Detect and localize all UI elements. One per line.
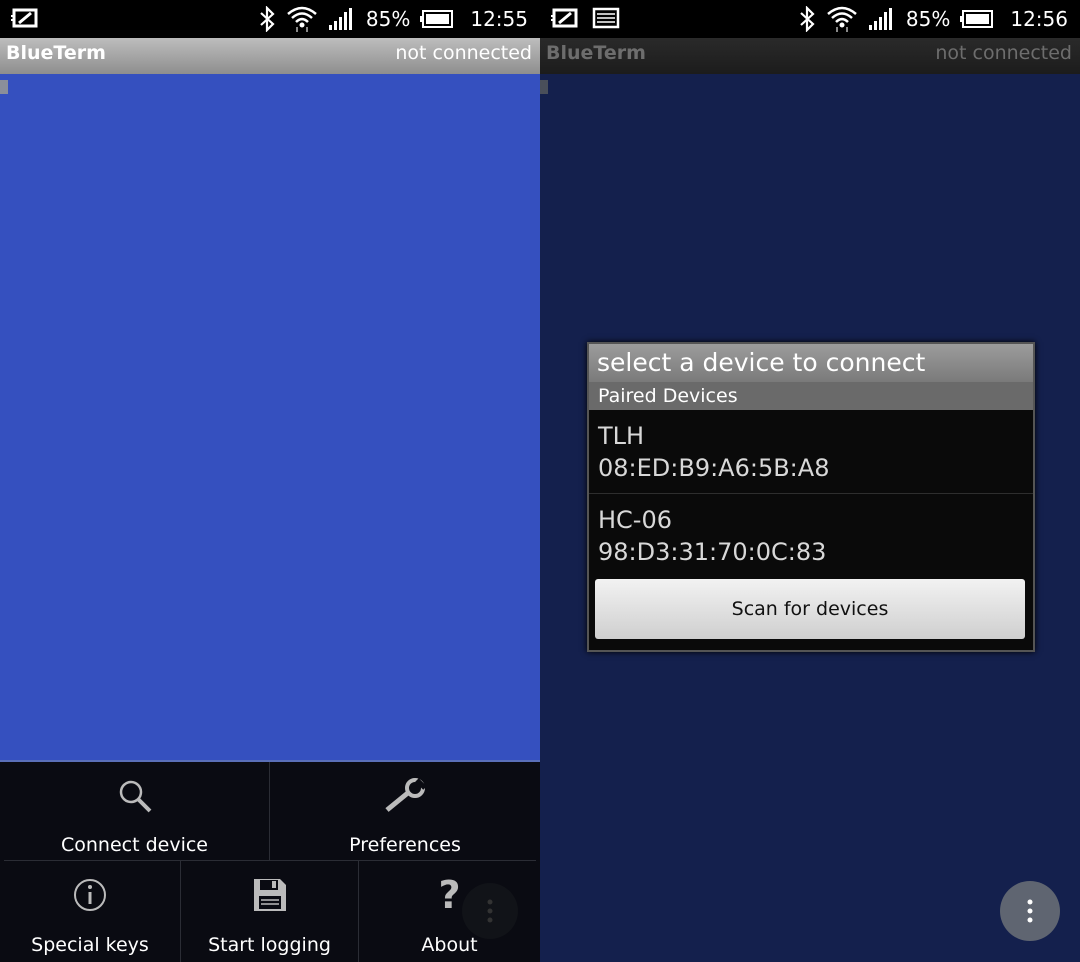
battery-percent: 85%: [365, 7, 411, 31]
device-select-dialog: select a device to connect Paired Device…: [587, 342, 1035, 652]
overflow-menu-button[interactable]: [1000, 881, 1060, 941]
battery-saver-icon: [550, 6, 580, 30]
app-title-bar: BlueTerm not connected: [0, 38, 540, 74]
device-name: HC-06: [598, 506, 673, 534]
wifi-icon: [286, 5, 318, 33]
app-title: BlueTerm: [546, 42, 646, 64]
menu-special-keys-label: Special keys: [31, 934, 149, 956]
device-list-item[interactable]: TLH 08:ED:B9:A6:5B:A8: [589, 410, 1033, 493]
menu-special-keys[interactable]: Special keys: [0, 861, 180, 962]
menu-connect-device[interactable]: Connect device: [0, 762, 269, 860]
menu-connect-device-label: Connect device: [60, 834, 208, 856]
clock: 12:56: [1010, 7, 1068, 31]
info-icon: [72, 877, 108, 917]
wrench-icon: [383, 778, 427, 818]
dialog-title-bar: select a device to connect: [589, 344, 1033, 382]
clock: 12:55: [470, 7, 528, 31]
app-title-bar: BlueTerm not connected: [540, 38, 1080, 74]
menu-start-logging[interactable]: Start logging: [181, 861, 358, 962]
connection-status: not connected: [395, 42, 532, 64]
connection-status: not connected: [935, 42, 1072, 64]
bluetooth-icon: [798, 6, 816, 32]
terminal-cursor: [0, 80, 8, 94]
save-icon: [252, 877, 288, 917]
battery-saver-icon: [10, 6, 40, 30]
options-menu: Connect device Preferences Special keys …: [0, 760, 540, 962]
menu-preferences[interactable]: Preferences: [270, 762, 540, 860]
search-icon: [117, 778, 153, 818]
status-bar: 85% 12:56: [540, 0, 1080, 38]
terminal-cursor: [540, 80, 548, 94]
device-name: TLH: [598, 422, 645, 450]
wifi-icon: [826, 5, 858, 33]
device-address: 98:D3:31:70:0C:83: [598, 538, 827, 566]
battery-percent: 85%: [905, 7, 951, 31]
menu-start-logging-label: Start logging: [208, 934, 331, 956]
question-icon: ?: [438, 873, 461, 917]
status-bar: 85% 12:55: [0, 0, 540, 38]
paired-devices-label: Paired Devices: [598, 385, 738, 407]
bluetooth-icon: [258, 6, 276, 32]
dialog-title: select a device to connect: [597, 348, 926, 377]
overflow-menu-button[interactable]: [462, 883, 518, 939]
app-title: BlueTerm: [6, 42, 106, 64]
device-list-item[interactable]: HC-06 98:D3:31:70:0C:83: [589, 494, 1033, 577]
signal-icon: [868, 7, 896, 31]
more-vert-icon: [1027, 899, 1033, 923]
battery-icon: [420, 9, 454, 29]
menu-about-label: About: [421, 934, 478, 956]
device-address: 08:ED:B9:A6:5B:A8: [598, 454, 830, 482]
battery-icon: [960, 9, 994, 29]
signal-icon: [328, 7, 356, 31]
left-screen: 85% 12:55 BlueTerm not connected Connect…: [0, 0, 540, 962]
screenshot-icon: [592, 6, 620, 30]
right-screen: 85% 12:56 BlueTerm not connected select …: [540, 0, 1080, 962]
terminal-area[interactable]: [0, 74, 540, 760]
paired-devices-header: Paired Devices: [589, 382, 1033, 410]
menu-preferences-label: Preferences: [349, 834, 461, 856]
scan-for-devices-button[interactable]: Scan for devices: [595, 579, 1025, 639]
